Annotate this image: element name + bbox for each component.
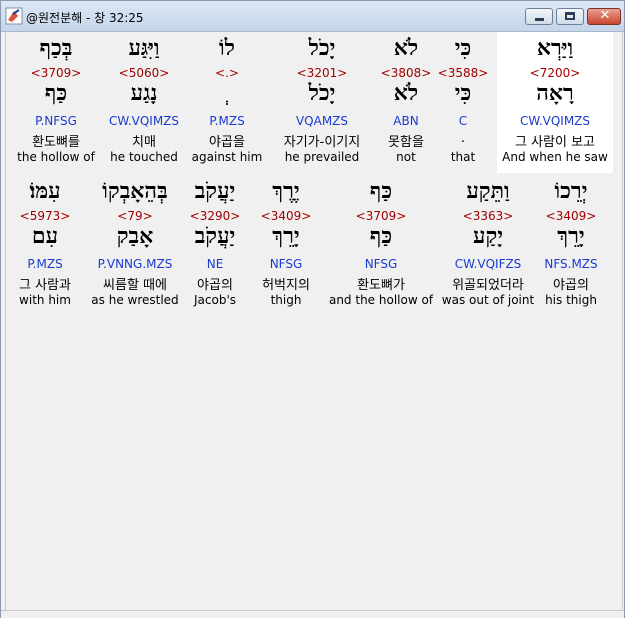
word-column[interactable]: וַיַּרְא <7200> רָאָה CW.VQIMZS 그 사람이 보고 And … bbox=[497, 32, 613, 172]
grammar-code: VQAMZS bbox=[295, 114, 349, 128]
title-bar[interactable]: @원전분해 - 창 32:25 ✕ bbox=[1, 1, 624, 32]
hebrew-lemma: עִם bbox=[31, 223, 59, 249]
hebrew-lemma: לֹא bbox=[393, 80, 419, 106]
strong-number: <3201> bbox=[296, 66, 348, 80]
korean-gloss: 못함을 bbox=[388, 135, 424, 150]
strong-number: <79> bbox=[117, 209, 153, 223]
grammar-code: CW.VQIFZS bbox=[454, 257, 522, 271]
grammar-code: C bbox=[458, 114, 468, 128]
english-gloss: was out of joint bbox=[441, 293, 535, 307]
strong-number: <5973> bbox=[19, 209, 71, 223]
grammar-code: NFSG bbox=[364, 257, 398, 271]
word-column[interactable]: יָכֹל <3201> יָכֹל VQAMZS 자기가-이기지 he prevaile… bbox=[267, 32, 377, 172]
word-column[interactable]: עִמּוֹ׃ <5973> עִם P.MZS 그 사람과 with him bbox=[5, 175, 85, 315]
hebrew-word: יָכֹל bbox=[308, 35, 336, 61]
korean-gloss: 위골되었더라 bbox=[452, 278, 524, 293]
strong-number: <.> bbox=[215, 66, 239, 80]
english-gloss: that bbox=[450, 150, 476, 164]
hebrew-word: וַתֵּקַע bbox=[466, 178, 510, 204]
app-window: @원전분해 - 창 32:25 ✕ וַיַּרְא <7200> רָאָה CW.… bbox=[0, 0, 625, 618]
grammar-code: NFS.MZS bbox=[544, 257, 598, 271]
window-title: @원전분해 - 창 32:25 bbox=[26, 11, 144, 25]
hebrew-word: וַיַּרְא bbox=[536, 35, 574, 61]
strong-number: <3808> bbox=[380, 66, 432, 80]
english-gloss: and the hollow of bbox=[328, 293, 434, 307]
korean-gloss: 그 사람과 bbox=[19, 278, 71, 293]
grammar-code: ABN bbox=[393, 114, 419, 128]
hebrew-lemma: יָרֵךְ bbox=[557, 223, 585, 249]
grammar-code: P.VNNG.MZS bbox=[97, 257, 173, 271]
hebrew-word: לוֹ bbox=[219, 35, 235, 61]
hebrew-lemma: כַּף bbox=[44, 80, 68, 106]
korean-gloss: 씨름할 때에 bbox=[103, 278, 167, 293]
hebrew-word: עִמּוֹ׃ bbox=[29, 178, 61, 204]
word-column[interactable]: לֹא <3808> לֹא ABN 못함을 not bbox=[376, 32, 436, 172]
grammar-code: P.MZS bbox=[27, 257, 63, 271]
hebrew-word: בְּכַף bbox=[39, 35, 73, 61]
english-gloss: the hollow of bbox=[17, 150, 95, 164]
word-column[interactable]: וַתֵּקַע <3363> יָקַע CW.VQIFZS 위골되었더라 was ou… bbox=[433, 175, 543, 315]
korean-gloss: . bbox=[460, 131, 466, 146]
word-column[interactable]: יְרֵכוֹ <3409> יָרֵךְ NFS.MZS 야곱의 his thigh bbox=[531, 175, 611, 315]
word-column[interactable]: בְּהֵאָבְקוֹ <79> אָבַק P.VNNG.MZS 씨름할 때에 as … bbox=[80, 175, 190, 315]
hebrew-word: כַּף bbox=[369, 178, 393, 204]
word-column[interactable]: כִּי <3588> כִּי C. that bbox=[433, 32, 493, 172]
hebrew-analysis-app-icon bbox=[5, 7, 23, 25]
word-analysis-panel: וַיַּרְא <7200> רָאָה CW.VQIMZS 그 사람이 보고 And … bbox=[5, 32, 623, 610]
hebrew-lemma: כִּי bbox=[454, 80, 472, 106]
minimize-button[interactable] bbox=[525, 8, 553, 25]
korean-gloss: 환도뼈가 bbox=[357, 278, 405, 293]
strong-number: <3709> bbox=[355, 209, 407, 223]
english-gloss: not bbox=[396, 150, 416, 164]
hebrew-word: בְּהֵאָבְקוֹ bbox=[102, 178, 168, 204]
hebrew-word: לֹא bbox=[393, 35, 419, 61]
korean-gloss: 그 사람이 보고 bbox=[514, 135, 596, 150]
grammar-code: P.MZS bbox=[209, 114, 245, 128]
word-column[interactable]: לוֹ <.>ְ P.MZS 야곱을against him bbox=[187, 32, 267, 172]
maximize-icon bbox=[565, 12, 575, 20]
close-button[interactable]: ✕ bbox=[587, 8, 621, 25]
strong-number: <3588> bbox=[437, 66, 489, 80]
english-gloss: as he wrestled bbox=[91, 293, 179, 307]
hebrew-lemma: ְ bbox=[187, 80, 267, 106]
window-bottom-edge bbox=[1, 610, 624, 618]
english-gloss: his thigh bbox=[545, 293, 597, 307]
english-gloss: And when he saw bbox=[502, 150, 608, 164]
strong-number: <3409> bbox=[545, 209, 597, 223]
english-gloss: with him bbox=[19, 293, 71, 307]
hebrew-lemma: יָקַע bbox=[473, 223, 503, 249]
close-icon: ✕ bbox=[599, 8, 611, 23]
word-column[interactable]: בְּכַף <3709> כַּף P.NFSG 환도뼈를 the hollow of bbox=[6, 32, 106, 172]
korean-gloss: 자기가-이기지 bbox=[283, 135, 361, 150]
strong-number: <3363> bbox=[462, 209, 514, 223]
grammar-code: CW.VQIMZS bbox=[519, 114, 591, 128]
korean-gloss: 야곱의 bbox=[553, 278, 589, 293]
strong-number: <7200> bbox=[529, 66, 581, 80]
english-gloss: against him bbox=[191, 150, 263, 164]
maximize-button[interactable] bbox=[556, 8, 584, 25]
hebrew-lemma: כַּף bbox=[369, 223, 393, 249]
word-column[interactable]: כַּף <3709> כַּף NFSG 환도뼈가 and the hollow of bbox=[321, 175, 441, 315]
korean-gloss: 야곱을 bbox=[209, 135, 245, 150]
strong-number: <3709> bbox=[30, 66, 82, 80]
hebrew-word: יְרֵכוֹ bbox=[554, 178, 588, 204]
korean-gloss: 환도뼈를 bbox=[32, 135, 80, 150]
english-gloss: he prevailed bbox=[284, 150, 360, 164]
hebrew-lemma: אָבַק bbox=[116, 223, 154, 249]
hebrew-lemma: יָכֹל bbox=[308, 80, 336, 106]
grammar-code: P.NFSG bbox=[35, 114, 77, 128]
minimize-icon bbox=[535, 18, 544, 21]
hebrew-word: כִּי bbox=[454, 35, 472, 61]
hebrew-lemma: רָאָה bbox=[536, 80, 574, 106]
